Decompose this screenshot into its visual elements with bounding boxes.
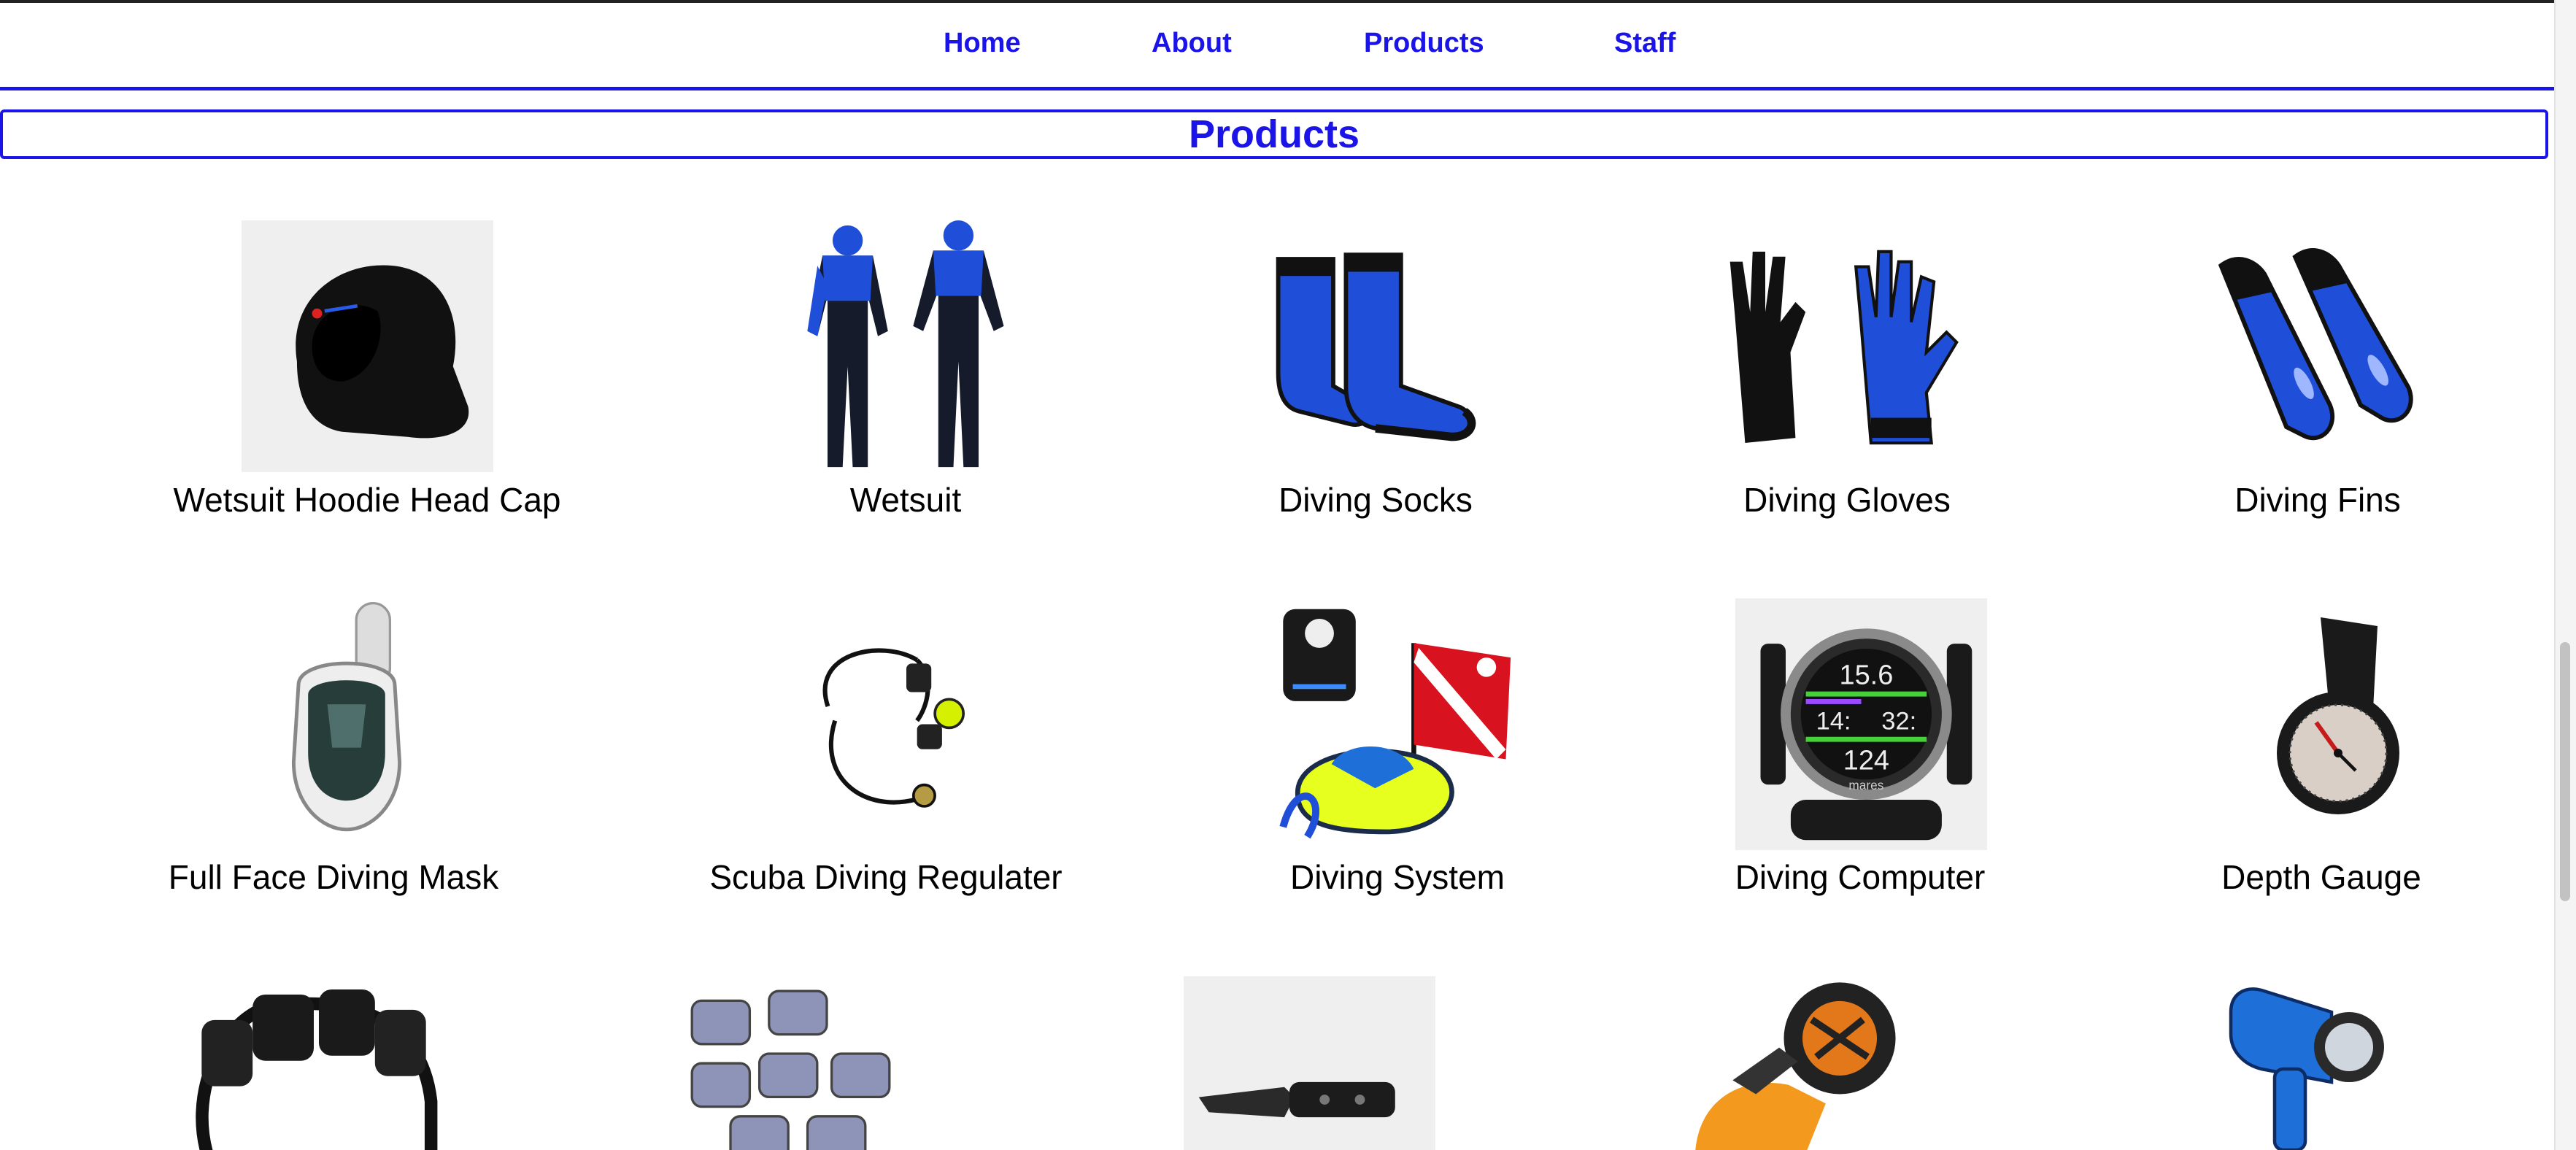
nav-link-staff[interactable]: Staff	[1614, 28, 1675, 59]
scrollbar-thumb[interactable]	[2560, 642, 2570, 901]
product-name: Wetsuit Hoodie Head Cap	[173, 481, 561, 519]
main-nav: Home About Products Staff	[0, 3, 2554, 88]
regulator-icon	[810, 635, 971, 814]
underwater-scooter-icon	[1686, 978, 1919, 1150]
product-name: Full Face Diving Mask	[168, 858, 499, 896]
computer-depth-readout: 15.6	[1839, 660, 1893, 690]
hood-icon	[242, 220, 493, 472]
computer-brand-label: mares	[1848, 778, 1883, 792]
vertical-scrollbar[interactable]	[2554, 0, 2576, 1150]
gloves-icon	[1715, 241, 1967, 449]
page-title: Products	[1188, 112, 1360, 156]
nav-divider	[0, 87, 2554, 90]
product-name: Wetsuit	[849, 481, 962, 519]
computer-minutes-readout: 32:	[1881, 707, 1916, 735]
product-name: Scuba Diving Regulater	[709, 858, 1063, 896]
computer-air-readout: 124	[1843, 746, 1889, 776]
dive-weights-icon	[682, 981, 923, 1150]
product-name: Diving Socks	[1279, 481, 1473, 519]
socks-icon	[1270, 238, 1481, 449]
depth-gauge-icon	[2255, 613, 2419, 832]
weight-belt-icon	[186, 974, 441, 1150]
products-heading-box: Products	[0, 109, 2548, 159]
diving-system-icon	[1273, 604, 1525, 846]
product-name: Depth Gauge	[2221, 858, 2421, 896]
product-name: Diving Fins	[2234, 481, 2401, 519]
wetsuit-icon	[777, 220, 1029, 472]
dive-knife-icon	[1184, 976, 1435, 1150]
product-name: Diving Gloves	[1743, 481, 1951, 519]
dive-torch-icon	[2222, 981, 2386, 1150]
product-name: Diving Computer	[1735, 858, 1986, 896]
product-name: Diving System	[1290, 858, 1505, 896]
fins-icon	[2207, 248, 2426, 449]
nav-link-products[interactable]: Products	[1364, 28, 1484, 59]
dive-computer-icon: 15.6 14: 32: 124 mares	[1735, 598, 1987, 850]
nav-link-about[interactable]: About	[1152, 28, 1232, 59]
mask-icon	[274, 598, 420, 839]
computer-time-readout: 14:	[1816, 707, 1851, 735]
nav-link-home[interactable]: Home	[944, 28, 1021, 59]
